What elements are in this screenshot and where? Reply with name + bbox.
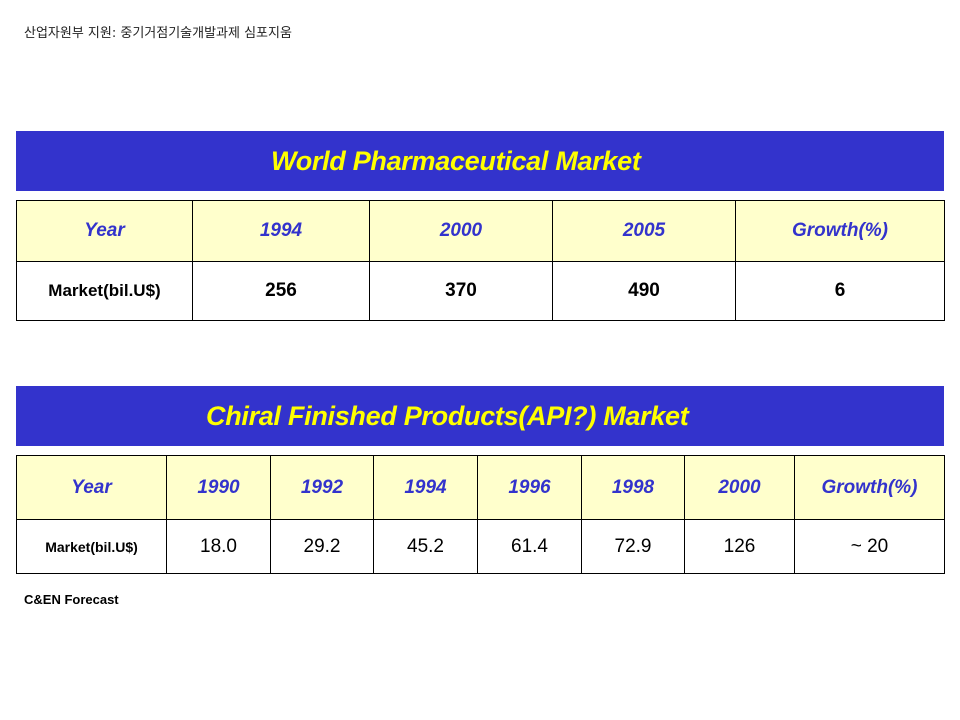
chiral-row-label: Market(bil.U$)	[16, 519, 167, 574]
world-market-header-row: Year 1994 2000 2005 Growth(%)	[16, 200, 945, 262]
chiral-value-cell: 45.2	[373, 519, 478, 574]
world-market-title: World Pharmaceutical Market	[271, 145, 641, 176]
chiral-market-table: Year 1990 1992 1994 1996 1998 2000 Growt…	[16, 455, 945, 574]
world-header-cell: 2005	[552, 200, 736, 262]
chiral-value-cell: 61.4	[477, 519, 582, 574]
chiral-value-cell: 18.0	[166, 519, 271, 574]
world-value-cell: 370	[369, 261, 553, 321]
chiral-market-value-row: Market(bil.U$) 18.0 29.2 45.2 61.4 72.9 …	[16, 519, 945, 574]
chiral-header-cell: Growth(%)	[794, 455, 945, 520]
world-row-label: Market(bil.U$)	[16, 261, 193, 321]
chiral-header-cell: 2000	[684, 455, 795, 520]
world-value-cell: 6	[735, 261, 945, 321]
chiral-market-banner: Chiral Finished Products(API?) Market	[16, 386, 944, 446]
world-market-table: Year 1994 2000 2005 Growth(%) Market(bil…	[16, 200, 945, 321]
chiral-market-header-row: Year 1990 1992 1994 1996 1998 2000 Growt…	[16, 455, 945, 520]
source-note: C&EN Forecast	[24, 592, 119, 607]
chiral-header-cell: Year	[16, 455, 167, 520]
chiral-header-cell: 1992	[270, 455, 374, 520]
world-header-cell: 1994	[192, 200, 370, 262]
chiral-value-cell: ~ 20	[794, 519, 945, 574]
chiral-header-cell: 1998	[581, 455, 685, 520]
chiral-value-cell: 126	[684, 519, 795, 574]
world-market-value-row: Market(bil.U$) 256 370 490 6	[16, 261, 945, 321]
chiral-header-cell: 1994	[373, 455, 478, 520]
top-note: 산업자원부 지원: 중기거점기술개발과제 심포지움	[24, 26, 292, 41]
chiral-header-cell: 1990	[166, 455, 271, 520]
world-header-cell: Growth(%)	[735, 200, 945, 262]
chiral-value-cell: 72.9	[581, 519, 685, 574]
world-value-cell: 490	[552, 261, 736, 321]
world-header-cell: Year	[16, 200, 193, 262]
chiral-header-cell: 1996	[477, 455, 582, 520]
world-market-banner: World Pharmaceutical Market	[16, 131, 944, 191]
world-value-cell: 256	[192, 261, 370, 321]
world-header-cell: 2000	[369, 200, 553, 262]
chiral-market-title: Chiral Finished Products(API?) Market	[206, 400, 689, 431]
chiral-value-cell: 29.2	[270, 519, 374, 574]
